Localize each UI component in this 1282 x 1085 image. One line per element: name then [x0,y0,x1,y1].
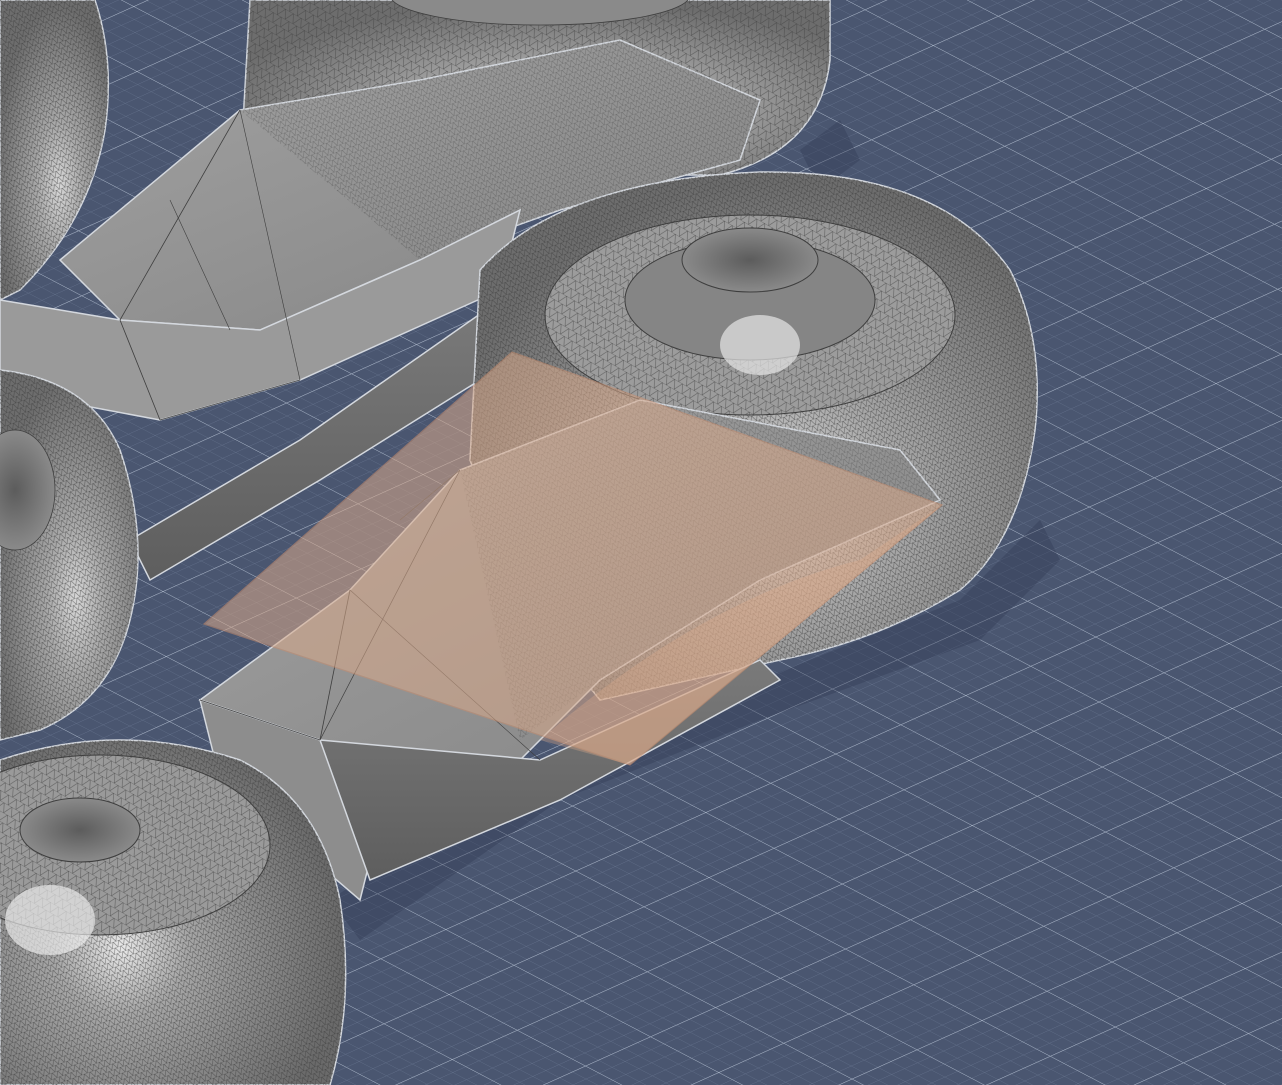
3d-viewport[interactable] [0,0,1282,1085]
3d-scene[interactable] [0,0,1282,1085]
